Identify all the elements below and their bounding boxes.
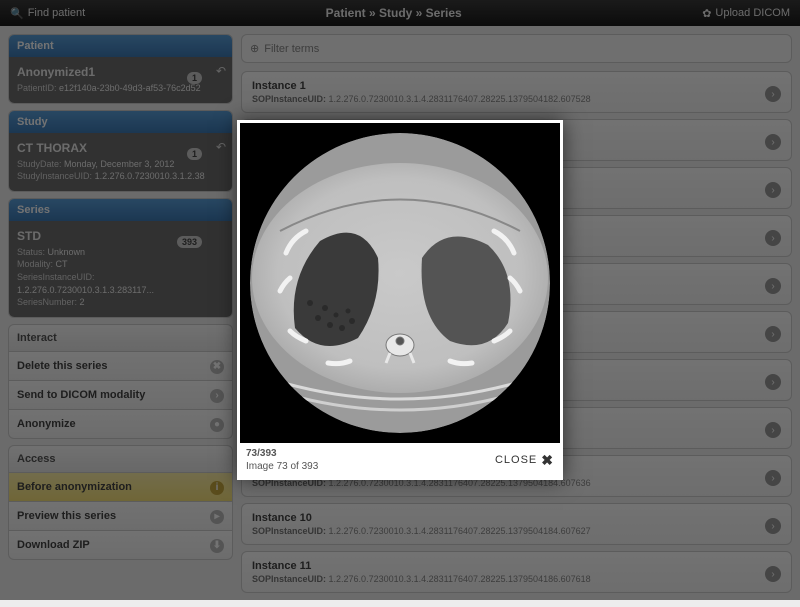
close-icon: ✖ xyxy=(541,452,554,469)
image-counter: 73/393 xyxy=(246,447,318,460)
image-viewer-lightbox: 73/393 Image 73 of 393 CLOSE✖ xyxy=(237,120,563,480)
image-viewer-overlay[interactable]: 73/393 Image 73 of 393 CLOSE✖ xyxy=(0,0,800,600)
close-button[interactable]: CLOSE✖ xyxy=(495,452,554,469)
image-caption: Image 73 of 393 xyxy=(246,460,318,473)
dicom-image[interactable] xyxy=(240,123,560,443)
